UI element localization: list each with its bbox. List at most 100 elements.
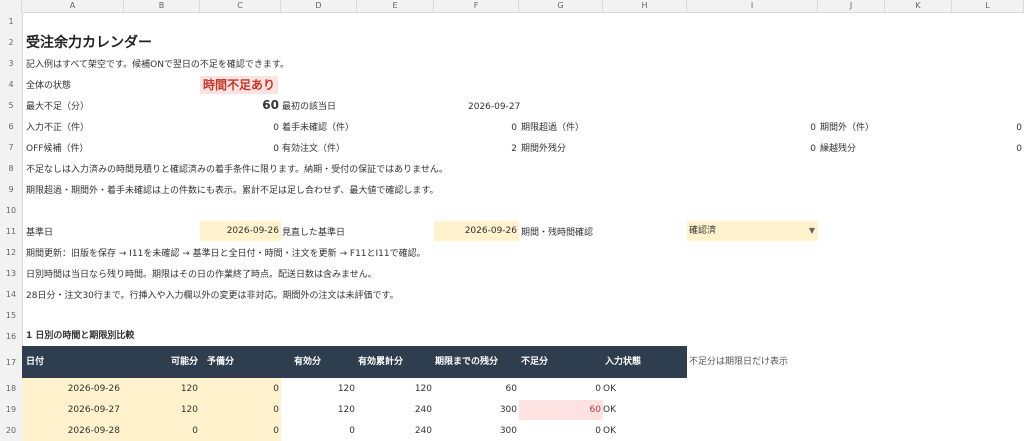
cell-remaining[interactable]: 300 [434,403,517,417]
note-sample-data[interactable]: 記入例はすべて架空です。候補ONで翌日の不足を確認できます。 [26,58,289,72]
invalid-input-label[interactable]: 入力不正（件） [26,121,89,135]
column-header-l[interactable]: L [952,0,1024,12]
first-day-value[interactable]: 2026-09-27 [468,100,520,114]
row-header-15[interactable]: 15 [0,311,22,320]
cell-available[interactable]: 0 [124,424,198,438]
cell-cumulative[interactable]: 240 [357,424,432,438]
row-header-1[interactable]: 1 [0,17,22,26]
sheet-title[interactable]: 受注余力カレンダー [26,36,152,50]
cell-reserve[interactable]: 0 [200,403,279,417]
invalid-input-value[interactable]: 0 [200,121,279,135]
out-of-range-value[interactable]: 0 [952,121,1022,135]
th-effective[interactable]: 有効分 [281,346,321,378]
th-cumulative[interactable]: 有効累計分 [357,346,403,378]
valid-orders-label[interactable]: 有効注文（件） [282,142,345,156]
note-daily-time[interactable]: 日別時間は当日なら残り時間。期限はその日の作業終了時点。配送日数は含みません。 [26,268,377,282]
valid-orders-value[interactable]: 2 [434,142,517,156]
cell-effective[interactable]: 120 [281,403,355,417]
overdue-label[interactable]: 期限超過（件） [521,121,584,135]
out-of-range-label[interactable]: 期間外（件） [820,121,874,135]
row-header-5[interactable]: 5 [0,101,22,110]
cell-reserve[interactable]: 0 [200,382,279,396]
max-shortage-label[interactable]: 最大不足（分） [26,100,89,114]
row-header-12[interactable]: 12 [0,248,22,257]
row-header-17[interactable]: 17 [0,358,22,367]
row-header-2[interactable]: 2 [0,38,22,47]
carryover-value[interactable]: 0 [952,142,1022,156]
cell-shortage[interactable]: 0 [519,424,601,438]
out-of-range-remaining-value[interactable]: 0 [687,142,816,156]
th-date[interactable]: 日付 [26,346,44,378]
cell-available[interactable]: 120 [124,403,198,417]
th-reserve[interactable]: 予備分 [200,346,234,378]
unconfirmed-start-value[interactable]: 0 [434,121,517,135]
row-header-6[interactable]: 6 [0,122,22,131]
off-candidate-value[interactable]: 0 [200,142,279,156]
row-header-8[interactable]: 8 [0,164,22,173]
row-header-16[interactable]: 16 [0,332,22,341]
cell-date[interactable]: 2026-09-26 [22,382,120,396]
table-side-note[interactable]: 不足分は期限日だけ表示 [689,355,788,369]
column-header-d[interactable]: D [281,0,357,12]
row-header-4[interactable]: 4 [0,80,22,89]
cell-shortage[interactable]: 0 [519,382,601,396]
note-overdue[interactable]: 期限超過・期間外・着手未確認は上の件数にも表示。累計不足は足し合わせず、最大値で… [26,184,438,198]
off-candidate-label[interactable]: OFF候補（件） [26,142,88,156]
row-header-11[interactable]: 11 [0,227,22,236]
row-header-9[interactable]: 9 [0,185,22,194]
overall-status-value[interactable]: 時間不足あり [200,76,279,94]
period-check-dropdown[interactable]: 確認済 ▼ [687,221,818,241]
cell-reserve[interactable]: 0 [200,424,279,438]
cell-shortage[interactable]: 60 [519,403,601,417]
base-date-label[interactable]: 基準日 [26,226,53,240]
row-header-19[interactable]: 19 [0,405,22,414]
reviewed-date-input[interactable]: 2026-09-26 [434,221,519,241]
reviewed-date-label[interactable]: 見直した基準日 [282,226,345,240]
row-header-10[interactable]: 10 [0,206,22,215]
th-remaining-to-deadline[interactable]: 期限までの残分 [434,346,498,378]
base-date-input[interactable]: 2026-09-26 [200,221,281,241]
column-header-g[interactable]: G [519,0,603,12]
column-header-k[interactable]: K [885,0,952,12]
column-header-h[interactable]: H [603,0,687,12]
column-header-b[interactable]: B [124,0,200,12]
cell-status[interactable]: OK [603,382,616,396]
out-of-range-remaining-label[interactable]: 期間外残分 [521,142,566,156]
cell-cumulative[interactable]: 120 [357,382,432,396]
dropdown-arrow-icon[interactable]: ▼ [809,221,815,241]
row-header-7[interactable]: 7 [0,143,22,152]
column-header-e[interactable]: E [357,0,434,12]
note-update-procedure[interactable]: 期間更新：旧版を保存 → I11を未確認 → 基準日と全日付・時間・注文を更新 … [26,247,426,261]
cell-remaining[interactable]: 60 [434,382,517,396]
th-input-status[interactable]: 入力状態 [603,346,641,378]
period-check-label[interactable]: 期間・残時間確認 [521,226,593,240]
th-shortage[interactable]: 不足分 [519,346,548,378]
column-header-j[interactable]: J [818,0,885,12]
overdue-value[interactable]: 0 [687,121,816,135]
first-day-label[interactable]: 最初の該当日 [282,100,336,114]
note-no-shortage[interactable]: 不足なしは入力済みの時間見積りと確認済みの着手条件に限ります。納期・受付の保証で… [26,163,448,177]
cell-cumulative[interactable]: 240 [357,403,432,417]
row-header-13[interactable]: 13 [0,269,22,278]
cell-status[interactable]: OK [603,424,616,438]
cell-effective[interactable]: 120 [281,382,355,396]
max-shortage-value[interactable]: 60 [200,98,279,112]
cell-remaining[interactable]: 300 [434,424,517,438]
row-header-20[interactable]: 20 [0,426,22,435]
corner-cell[interactable] [0,0,22,12]
column-header-i[interactable]: I [687,0,818,12]
row-header-18[interactable]: 18 [0,384,22,393]
overall-status-label[interactable]: 全体の状態 [26,79,71,93]
th-available[interactable]: 可能分 [124,346,198,378]
cell-available[interactable]: 120 [124,382,198,396]
cell-date[interactable]: 2026-09-28 [22,424,120,438]
column-header-c[interactable]: C [200,0,281,12]
column-header-f[interactable]: F [434,0,519,12]
section-1-title[interactable]: 1 日別の時間と期限別比較 [26,329,134,343]
cell-status[interactable]: OK [603,403,616,417]
carryover-label[interactable]: 繰越残分 [820,142,856,156]
cell-date[interactable]: 2026-09-27 [22,403,120,417]
note-limits[interactable]: 28日分・注文30行まで。行挿入や入力欄以外の変更は非対応。期間外の注文は未評価… [26,289,399,303]
unconfirmed-start-label[interactable]: 着手未確認（件） [282,121,354,135]
column-header-a[interactable]: A [22,0,124,12]
